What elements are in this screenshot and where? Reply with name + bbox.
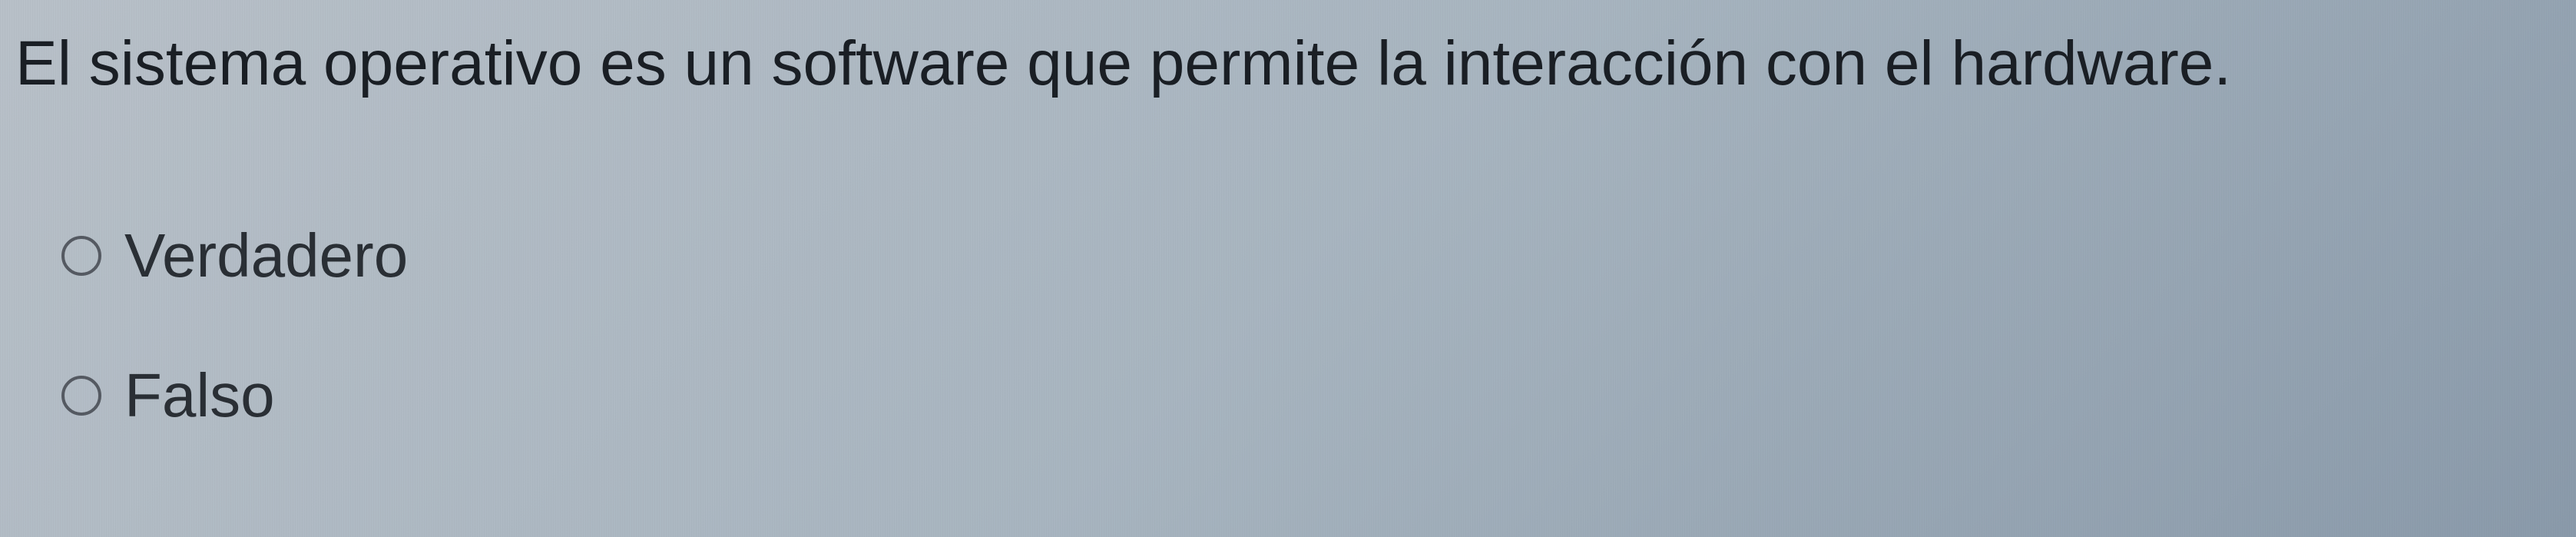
option-falso[interactable]: Falso — [61, 360, 2561, 431]
option-label: Falso — [124, 360, 275, 431]
radio-icon — [61, 376, 101, 416]
question-text: El sistema operativo es un software que … — [15, 23, 2561, 105]
options-group: Verdadero Falso — [15, 220, 2561, 431]
option-verdadero[interactable]: Verdadero — [61, 220, 2561, 291]
radio-icon — [61, 236, 101, 276]
option-label: Verdadero — [124, 220, 408, 291]
